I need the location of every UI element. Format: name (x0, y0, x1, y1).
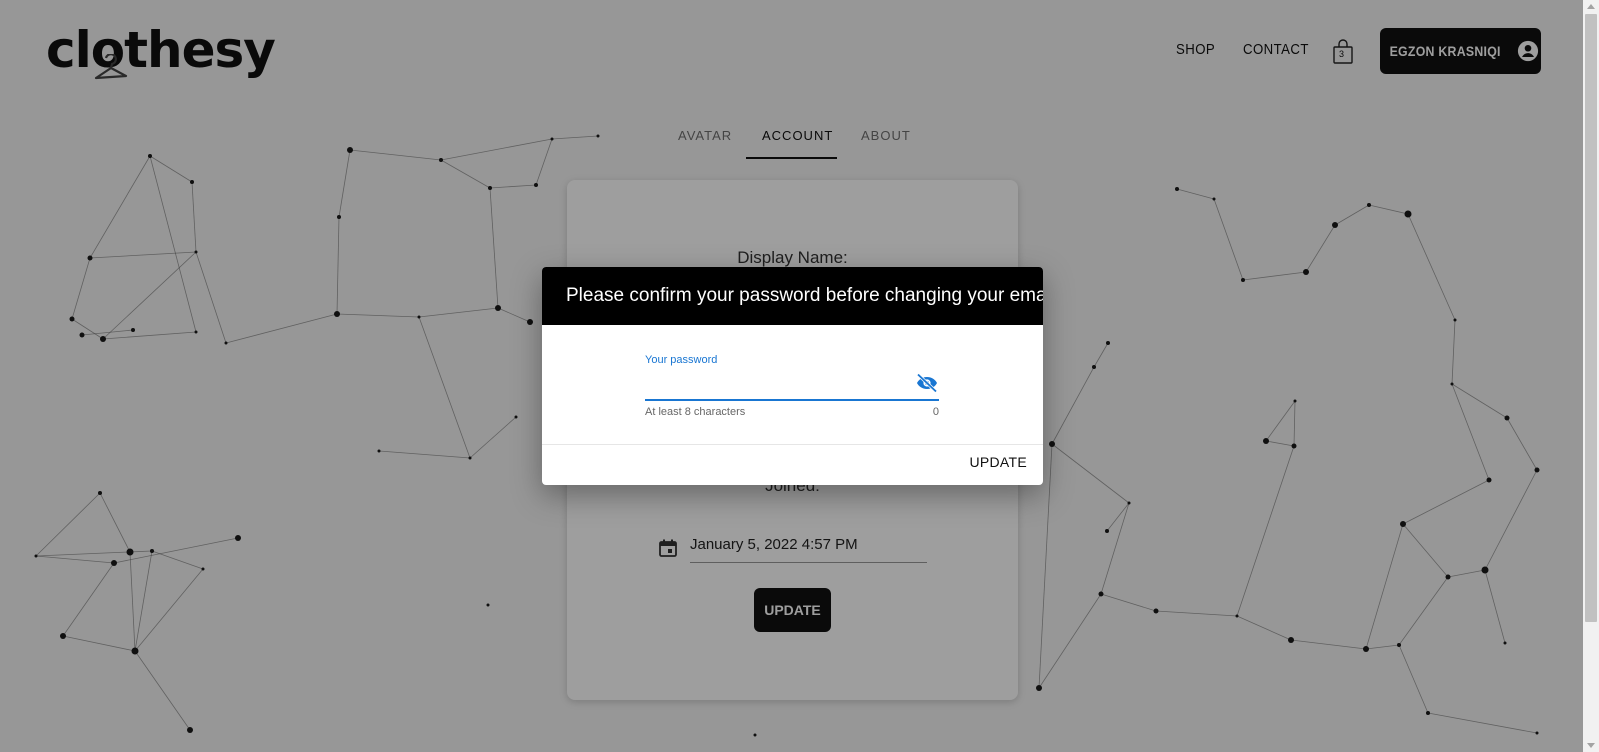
password-label: Your password (645, 354, 718, 366)
dialog-update-button[interactable]: UPDATE (969, 454, 1027, 470)
page: clothesy SHOP CONTACT 3 EGZON KRASNIQI A… (0, 0, 1583, 752)
vertical-scrollbar[interactable] (1583, 0, 1599, 752)
confirm-password-dialog: Please confirm your password before chan… (542, 267, 1043, 485)
password-hint: At least 8 characters (645, 406, 746, 418)
dialog-title: Please confirm your password before chan… (542, 267, 1043, 325)
password-char-counter: 0 (932, 406, 939, 418)
scroll-down-arrow-icon[interactable] (1587, 743, 1595, 748)
scrollbar-thumb[interactable] (1585, 14, 1597, 622)
scroll-up-arrow-icon[interactable] (1587, 4, 1595, 9)
dialog-divider (542, 444, 1043, 445)
eye-off-icon[interactable] (915, 371, 939, 395)
password-input[interactable] (645, 369, 939, 401)
